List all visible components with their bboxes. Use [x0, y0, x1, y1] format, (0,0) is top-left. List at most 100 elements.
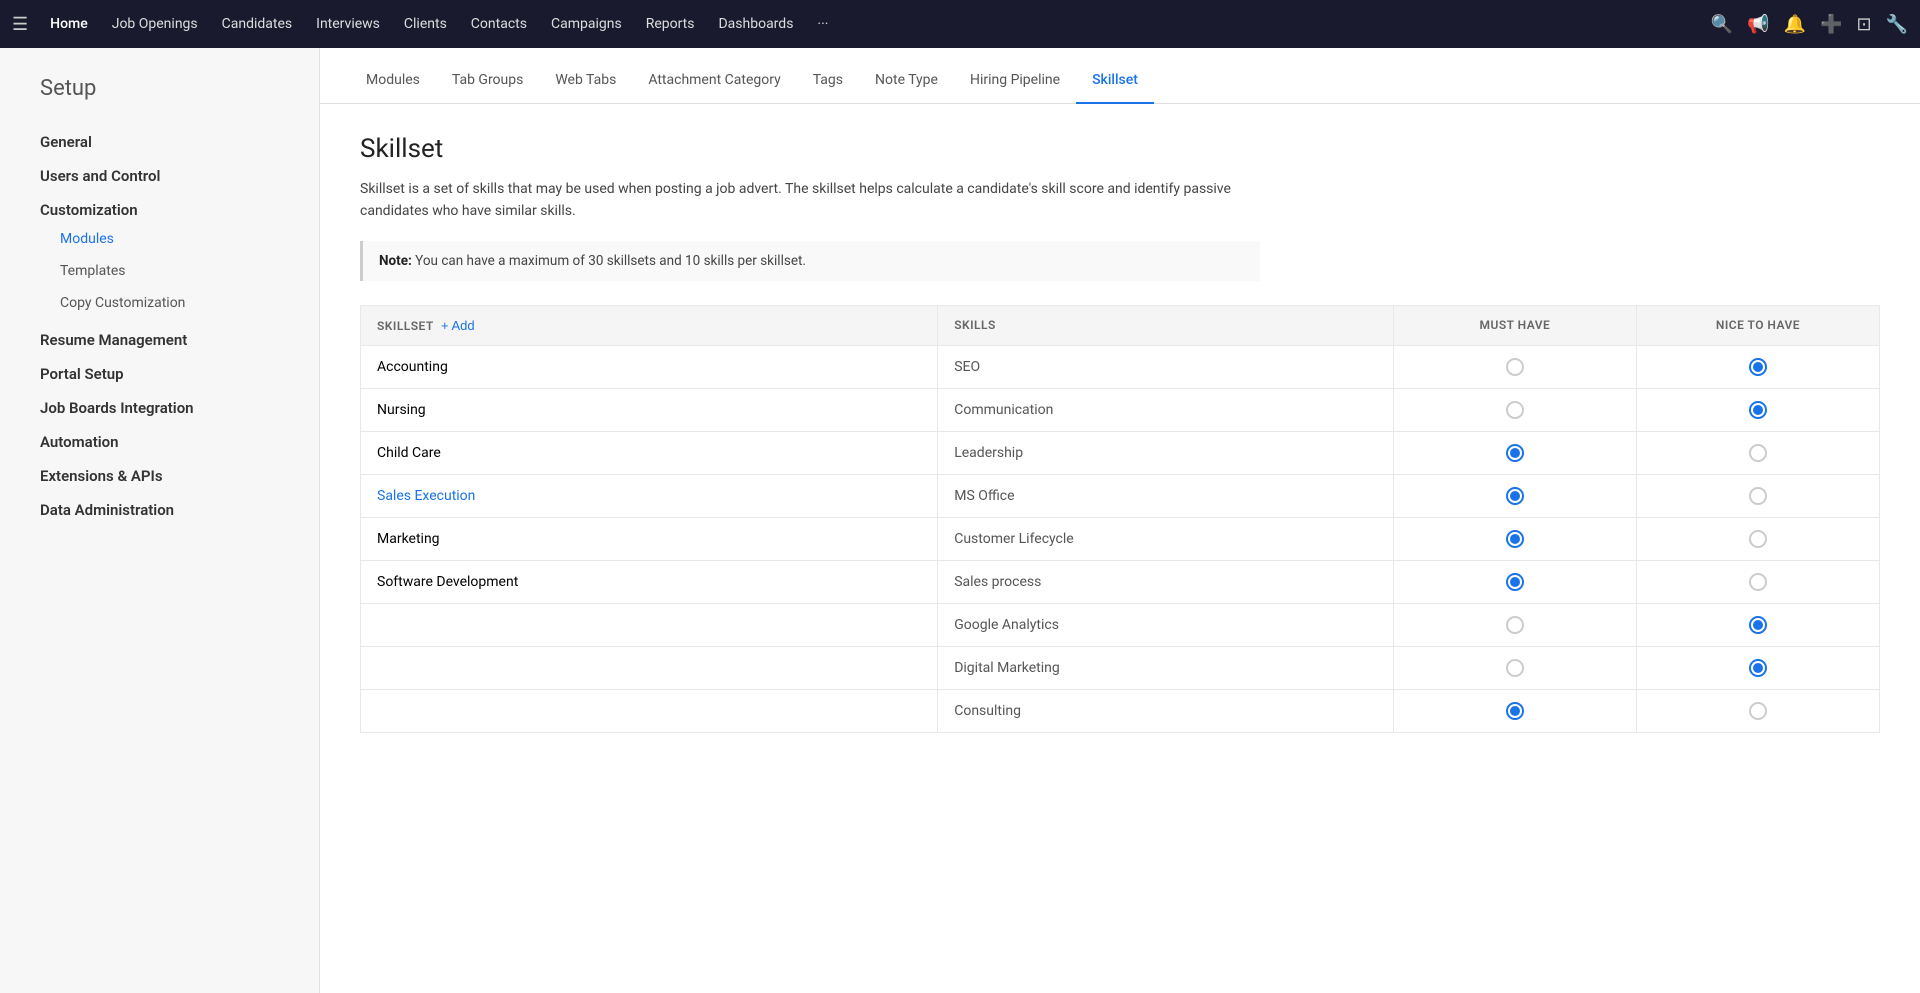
must-have-cell[interactable] — [1393, 388, 1636, 431]
tab-modules[interactable]: Modules — [350, 72, 436, 104]
nice-to-have-cell[interactable] — [1636, 474, 1879, 517]
skill-cell: Communication — [938, 388, 1394, 431]
must-have-cell[interactable] — [1393, 345, 1636, 388]
tab-note-type[interactable]: Note Type — [859, 72, 954, 104]
must-have-radio[interactable] — [1506, 616, 1524, 634]
nice-to-have-radio[interactable] — [1749, 616, 1767, 634]
must-have-cell[interactable] — [1393, 603, 1636, 646]
must-have-cell[interactable] — [1393, 474, 1636, 517]
sidebar-item-data-admin[interactable]: Data Administration — [0, 489, 319, 523]
nav-campaigns[interactable]: Campaigns — [541, 10, 632, 38]
nice-to-have-radio[interactable] — [1749, 659, 1767, 677]
page-description: Skillset is a set of skills that may be … — [360, 178, 1260, 223]
nice-to-have-cell[interactable] — [1636, 345, 1879, 388]
sidebar-item-job-boards[interactable]: Job Boards Integration — [0, 387, 319, 421]
nice-to-have-radio[interactable] — [1749, 444, 1767, 462]
nav-contacts[interactable]: Contacts — [461, 10, 537, 38]
must-have-radio[interactable] — [1506, 659, 1524, 677]
nice-to-have-cell[interactable] — [1636, 431, 1879, 474]
col-header-nice-to-have: NICE TO HAVE — [1636, 305, 1879, 345]
tab-tags[interactable]: Tags — [797, 72, 859, 104]
tab-tab-groups[interactable]: Tab Groups — [436, 72, 539, 104]
nice-to-have-radio[interactable] — [1749, 358, 1767, 376]
sidebar-item-resume-management[interactable]: Resume Management — [0, 319, 319, 353]
nav-reports[interactable]: Reports — [636, 10, 705, 38]
nav-dashboards[interactable]: Dashboards — [708, 10, 803, 38]
must-have-cell[interactable] — [1393, 517, 1636, 560]
nice-to-have-radio[interactable] — [1749, 530, 1767, 548]
table-row: Sales ExecutionMS Office — [361, 474, 1880, 517]
sidebar-sub-modules[interactable]: Modules — [0, 223, 319, 255]
skillset-cell: Nursing — [361, 388, 938, 431]
nav-home[interactable]: Home — [40, 10, 98, 38]
must-have-cell[interactable] — [1393, 646, 1636, 689]
sidebar-title: Setup — [0, 76, 319, 121]
grid-icon[interactable]: ⊡ — [1856, 14, 1871, 35]
must-have-radio[interactable] — [1506, 487, 1524, 505]
notification-icon[interactable]: 🔔 — [1784, 14, 1806, 35]
add-icon[interactable]: ➕ — [1820, 14, 1842, 35]
sidebar-item-general[interactable]: General — [0, 121, 319, 155]
sidebar-item-portal-setup[interactable]: Portal Setup — [0, 353, 319, 387]
nice-to-have-radio[interactable] — [1749, 401, 1767, 419]
tab-bar: Modules Tab Groups Web Tabs Attachment C… — [320, 48, 1920, 104]
skill-cell: SEO — [938, 345, 1394, 388]
col-header-skills: SKILLS — [938, 305, 1394, 345]
sidebar-item-automation[interactable]: Automation — [0, 421, 319, 455]
tab-hiring-pipeline[interactable]: Hiring Pipeline — [954, 72, 1076, 104]
nice-to-have-cell[interactable] — [1636, 517, 1879, 560]
must-have-cell[interactable] — [1393, 689, 1636, 732]
nav-more[interactable]: ··· — [807, 10, 838, 38]
nice-to-have-cell[interactable] — [1636, 646, 1879, 689]
nice-to-have-cell[interactable] — [1636, 603, 1879, 646]
must-have-cell[interactable] — [1393, 560, 1636, 603]
tab-web-tabs[interactable]: Web Tabs — [539, 72, 632, 104]
nice-to-have-radio[interactable] — [1749, 702, 1767, 720]
table-row: Consulting — [361, 689, 1880, 732]
must-have-radio[interactable] — [1506, 573, 1524, 591]
must-have-radio[interactable] — [1506, 358, 1524, 376]
nav-job-openings[interactable]: Job Openings — [102, 10, 208, 38]
add-skillset-button[interactable]: + Add — [437, 318, 479, 333]
hamburger-icon[interactable]: ☰ — [12, 14, 28, 35]
sidebar-item-extensions[interactable]: Extensions & APIs — [0, 455, 319, 489]
skillset-cell: Sales Execution — [361, 474, 938, 517]
search-icon[interactable]: 🔍 — [1711, 14, 1733, 35]
broadcast-icon[interactable]: 📢 — [1747, 14, 1769, 35]
nice-to-have-radio[interactable] — [1749, 573, 1767, 591]
nice-to-have-cell[interactable] — [1636, 560, 1879, 603]
nav-candidates[interactable]: Candidates — [212, 10, 303, 38]
table-row: AccountingSEO — [361, 345, 1880, 388]
skill-cell: Google Analytics — [938, 603, 1394, 646]
nice-to-have-cell[interactable] — [1636, 689, 1879, 732]
top-navigation: ☰ Home Job Openings Candidates Interview… — [0, 0, 1920, 48]
skillset-link[interactable]: Sales Execution — [377, 488, 475, 504]
topnav-action-icons: 🔍 📢 🔔 ➕ ⊡ 🔧 — [1711, 14, 1908, 35]
sidebar-sub-copy-customization[interactable]: Copy Customization — [0, 287, 319, 319]
table-row: Child CareLeadership — [361, 431, 1880, 474]
must-have-radio[interactable] — [1506, 702, 1524, 720]
table-row: MarketingCustomer Lifecycle — [361, 517, 1880, 560]
table-row: Digital Marketing — [361, 646, 1880, 689]
nav-clients[interactable]: Clients — [394, 10, 457, 38]
skill-cell: Consulting — [938, 689, 1394, 732]
nice-to-have-radio[interactable] — [1749, 487, 1767, 505]
sidebar-item-customization[interactable]: Customization — [0, 189, 319, 223]
skillset-table: SKILLSET + Add SKILLS MUST HAVE NICE TO … — [360, 305, 1880, 733]
tab-skillset[interactable]: Skillset — [1076, 72, 1154, 104]
tab-attachment-category[interactable]: Attachment Category — [632, 72, 796, 104]
skill-cell: Customer Lifecycle — [938, 517, 1394, 560]
settings-icon[interactable]: 🔧 — [1886, 14, 1908, 35]
note-text: You can have a maximum of 30 skillsets a… — [412, 253, 806, 269]
must-have-radio[interactable] — [1506, 444, 1524, 462]
skill-cell: Digital Marketing — [938, 646, 1394, 689]
must-have-radio[interactable] — [1506, 401, 1524, 419]
must-have-radio[interactable] — [1506, 530, 1524, 548]
must-have-cell[interactable] — [1393, 431, 1636, 474]
nav-interviews[interactable]: Interviews — [306, 10, 390, 38]
sidebar-sub-templates[interactable]: Templates — [0, 255, 319, 287]
col-header-must-have: MUST HAVE — [1393, 305, 1636, 345]
nice-to-have-cell[interactable] — [1636, 388, 1879, 431]
sidebar-item-users-and-control[interactable]: Users and Control — [0, 155, 319, 189]
skill-cell: Leadership — [938, 431, 1394, 474]
